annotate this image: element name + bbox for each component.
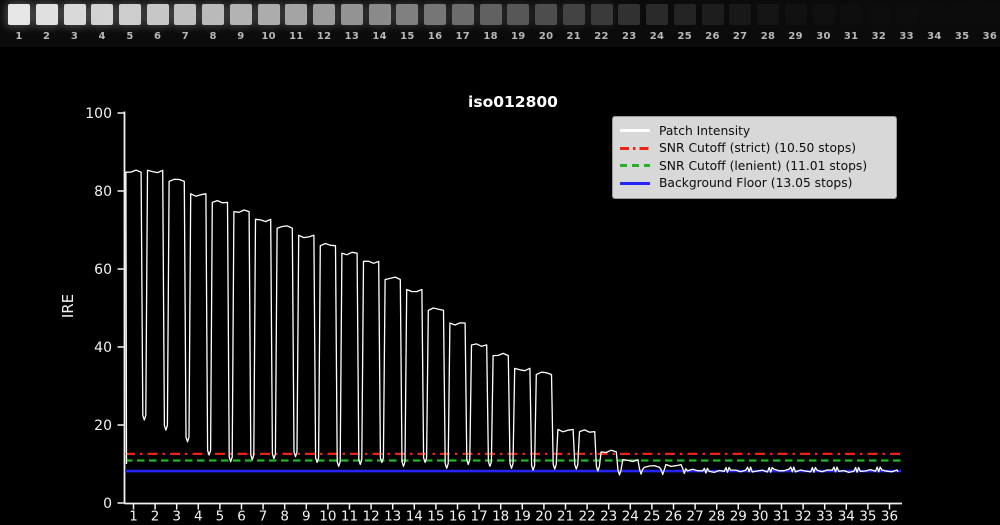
legend-label: SNR Cutoff (strict) (10.50 stops)	[659, 141, 856, 155]
legend-item: Background Floor (13.05 stops)	[620, 175, 888, 193]
x-tick-label: 27	[687, 509, 704, 525]
legend-item: SNR Cutoff (lenient) (11.01 stops)	[620, 157, 888, 175]
x-tick-label: 2	[151, 509, 160, 525]
x-tick-label: 1	[129, 509, 138, 525]
x-tick-label: 36	[881, 509, 898, 525]
x-tick-label: 34	[838, 509, 855, 525]
waveform-plot: 0204060801001234567891011121314151617181…	[0, 0, 1000, 525]
x-tick-label: 21	[557, 509, 574, 525]
legend-label: SNR Cutoff (lenient) (11.01 stops)	[659, 159, 867, 173]
x-tick-label: 5	[216, 509, 225, 525]
y-tick-label: 60	[94, 262, 112, 278]
x-tick-label: 20	[535, 509, 552, 525]
x-tick-label: 23	[600, 509, 617, 525]
y-axis-label: IRE	[59, 276, 79, 336]
x-tick-label: 14	[406, 509, 423, 525]
x-tick-label: 19	[514, 509, 531, 525]
x-tick-label: 6	[237, 509, 246, 525]
x-tick-label: 33	[816, 509, 833, 525]
x-tick-label: 28	[708, 509, 725, 525]
x-tick-label: 22	[579, 509, 596, 525]
legend-line-sample	[620, 147, 650, 150]
x-tick-label: 10	[319, 509, 336, 525]
y-tick-label: 40	[94, 340, 112, 356]
x-tick-label: 18	[492, 509, 509, 525]
y-tick-label: 0	[103, 496, 112, 512]
x-tick-label: 32	[795, 509, 812, 525]
x-tick-label: 12	[363, 509, 380, 525]
x-tick-label: 35	[859, 509, 876, 525]
x-tick-label: 4	[194, 509, 203, 525]
x-tick-label: 29	[730, 509, 747, 525]
x-tick-label: 7	[259, 509, 268, 525]
x-tick-label: 15	[427, 509, 444, 525]
legend: Patch Intensity SNR Cutoff (strict) (10.5…	[612, 116, 897, 199]
x-tick-label: 11	[341, 509, 358, 525]
legend-line-sample	[620, 129, 650, 132]
y-tick-label: 100	[85, 106, 112, 122]
x-tick-label: 24	[622, 509, 639, 525]
legend-label: Background Floor (13.05 stops)	[659, 176, 852, 190]
screenshot-root: { "window": { "background": "#000000" },…	[0, 0, 1000, 525]
legend-line-sample	[620, 182, 650, 185]
legend-line-sample	[620, 164, 650, 167]
legend-label: Patch Intensity	[659, 124, 750, 138]
plot-title: iso012800	[413, 93, 613, 111]
x-tick-label: 31	[773, 509, 790, 525]
x-tick-label: 16	[449, 509, 466, 525]
x-tick-label: 3	[172, 509, 181, 525]
x-tick-label: 17	[471, 509, 488, 525]
patch-intensity-line	[126, 170, 898, 475]
x-tick-label: 30	[751, 509, 768, 525]
x-tick-label: 25	[643, 509, 660, 525]
x-tick-label: 13	[384, 509, 401, 525]
y-tick-label: 80	[94, 184, 112, 200]
legend-item: Patch Intensity	[620, 122, 888, 140]
legend-item: SNR Cutoff (strict) (10.50 stops)	[620, 140, 888, 158]
x-tick-label: 26	[665, 509, 682, 525]
x-tick-label: 8	[280, 509, 289, 525]
x-tick-label: 9	[302, 509, 311, 525]
y-tick-label: 20	[94, 418, 112, 434]
